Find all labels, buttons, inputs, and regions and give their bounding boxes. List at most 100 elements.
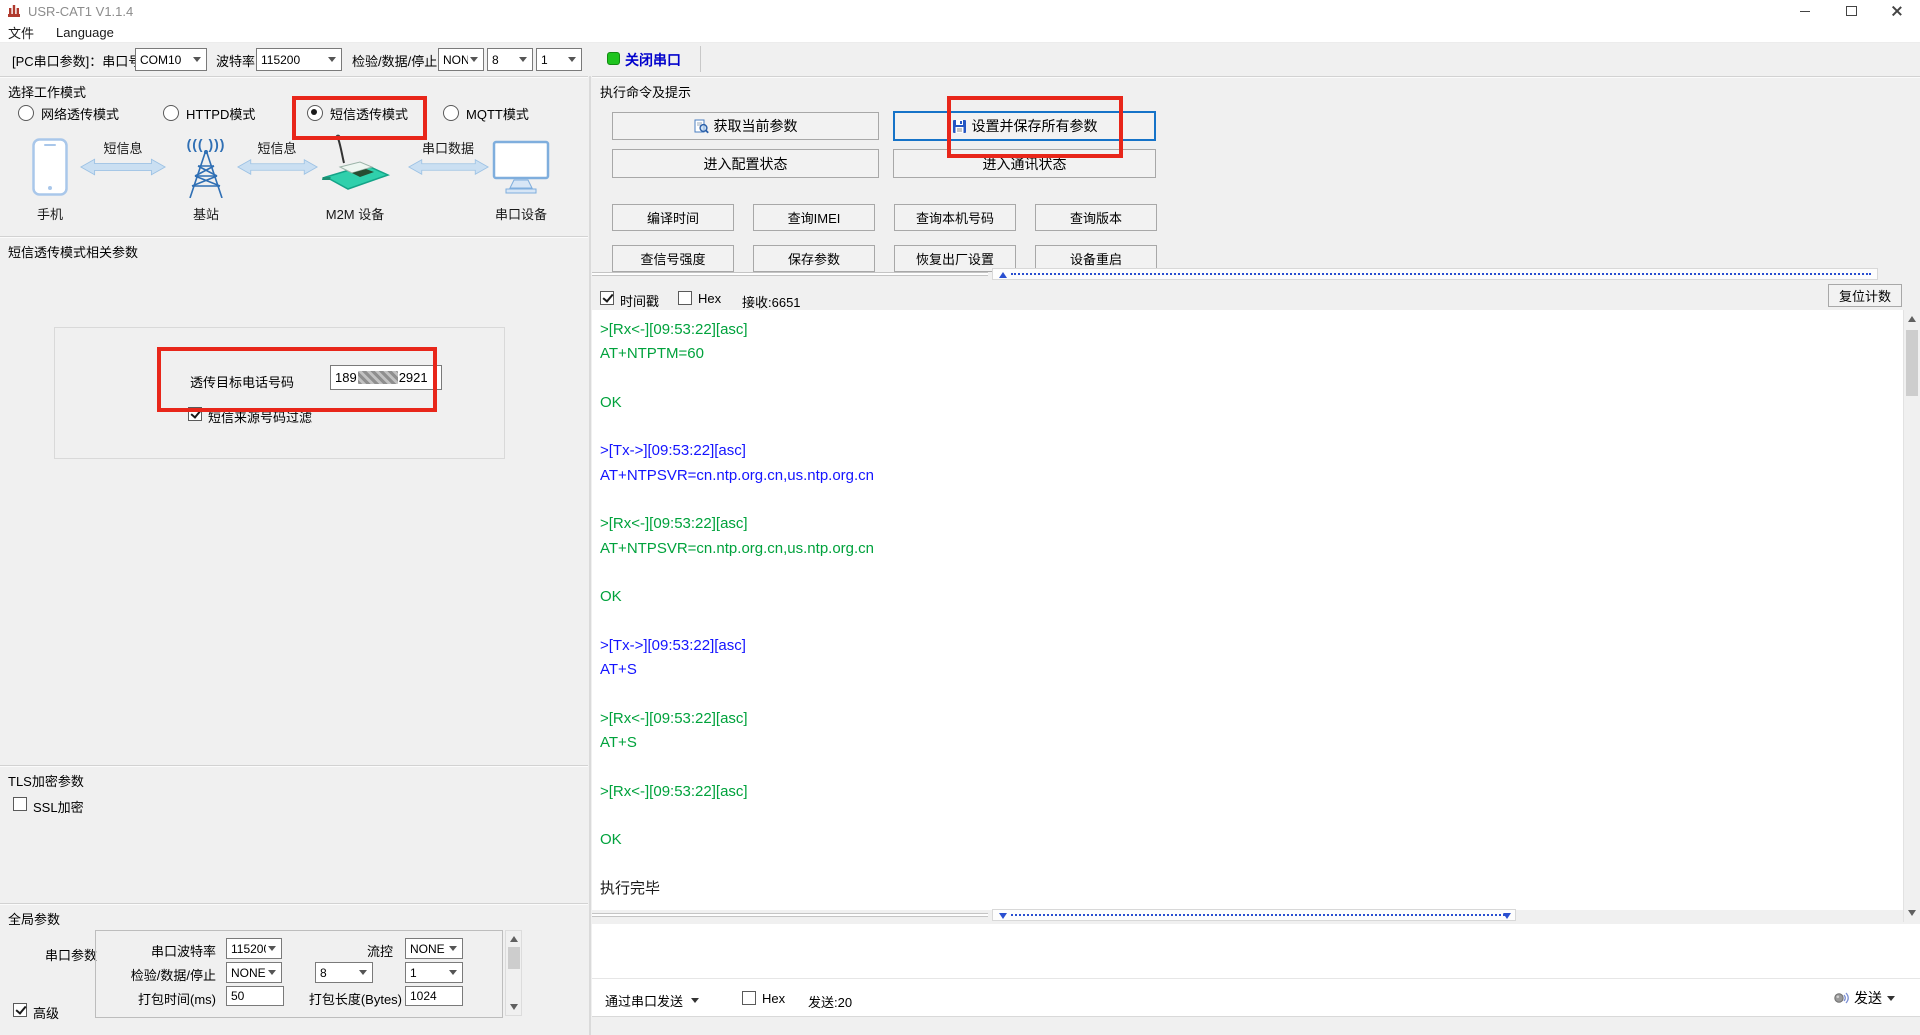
minimize-button[interactable]: [1782, 0, 1828, 22]
command-section-header: 执行命令及提示: [592, 76, 1920, 100]
panel-splitter[interactable]: [589, 76, 591, 1035]
radio-icon[interactable]: [18, 105, 34, 121]
radio-icon[interactable]: [163, 105, 179, 121]
g-baud-select[interactable]: 115200: [226, 938, 282, 959]
menu-file[interactable]: 文件: [8, 23, 34, 42]
menu-language[interactable]: Language: [56, 25, 114, 40]
send-via-dropdown[interactable]: 通过串口发送: [605, 991, 699, 1010]
global-params-scrollbar[interactable]: [505, 930, 522, 1016]
phone-icon: [32, 138, 68, 196]
m2m-device-icon: [318, 133, 392, 197]
command-button-label: 查询本机号码: [916, 208, 994, 227]
close-icon: [1891, 5, 1903, 17]
set-save-all-params-button[interactable]: 设置并保存所有参数: [893, 111, 1156, 141]
ssl-encrypt-label: SSL加密: [33, 797, 84, 816]
send-button[interactable]: 发送: [1833, 988, 1895, 1008]
mode-radio-3[interactable]: MQTT模式: [443, 105, 529, 121]
radio-icon[interactable]: [307, 105, 323, 121]
baud-label: 波特率: [216, 51, 255, 70]
get-current-params-button[interactable]: 获取当前参数: [612, 112, 879, 140]
command-button-5[interactable]: 保存参数: [753, 245, 875, 272]
send-separator: [592, 978, 1920, 979]
databits-select[interactable]: 8: [487, 48, 533, 71]
mode-radio-2[interactable]: 短信透传模式: [307, 105, 408, 121]
g-flow-label: 流控: [345, 941, 393, 960]
log-h-scrollbar-bottom[interactable]: [992, 909, 1516, 921]
timestamp-label: 时间戳: [620, 291, 659, 310]
baud-select[interactable]: 115200: [256, 48, 342, 71]
scroll-up-icon[interactable]: [510, 936, 518, 942]
mode-radio-label: HTTPD模式: [186, 104, 255, 123]
toolbar-separator: [700, 46, 701, 72]
enter-comm-state-button[interactable]: 进入通讯状态: [893, 149, 1156, 178]
app-icon: [6, 3, 22, 19]
command-button-1[interactable]: 查询IMEI: [753, 204, 875, 231]
log-line: AT+S: [600, 658, 1903, 682]
scroll-down-icon[interactable]: [510, 1004, 518, 1010]
scroll-up-icon[interactable]: [1908, 316, 1916, 322]
log-line: >[Rx<-][09:53:22][asc]: [600, 707, 1903, 731]
command-button-3[interactable]: 查询版本: [1035, 204, 1157, 231]
global-params-section-header: 全局参数: [0, 903, 588, 927]
radio-icon[interactable]: [443, 105, 459, 121]
scrollbar-thumb[interactable]: [1906, 330, 1918, 396]
maximize-icon: [1846, 6, 1857, 16]
enter-config-state-button[interactable]: 进入配置状态: [612, 149, 879, 178]
sms-source-filter-checkbox[interactable]: [188, 407, 202, 421]
log-line: OK: [600, 828, 1903, 852]
pack-time-input[interactable]: 50: [226, 986, 284, 1006]
log-line: AT+S: [600, 731, 1903, 755]
chevron-down-icon: [470, 57, 478, 62]
log-line: >[Tx->][09:53:22][asc]: [600, 439, 1903, 463]
close-port-button[interactable]: 关闭串口: [625, 50, 681, 70]
send-input-area[interactable]: [592, 924, 1920, 1016]
recv-hex-label: Hex: [698, 291, 721, 306]
title-bar: USR-CAT1 V1.1.4: [0, 0, 1920, 22]
chevron-down-icon: [193, 57, 201, 62]
app-window: USR-CAT1 V1.1.4 文件 Language [PC串口参数]：串口号…: [0, 0, 1920, 1035]
pack-len-input[interactable]: 1024: [405, 986, 463, 1006]
node-label-m2m: M2M 设备: [326, 204, 385, 223]
phone-suffix: 2921: [399, 370, 428, 385]
recv-hex-checkbox[interactable]: [678, 291, 692, 305]
log-v-scrollbar[interactable]: [1903, 310, 1920, 922]
log-line: [600, 488, 1903, 512]
link-label-sms1: 短信息: [103, 138, 142, 157]
stopbits-select[interactable]: 1: [536, 48, 582, 71]
log-line: OK: [600, 585, 1903, 609]
command-button-2[interactable]: 查询本机号码: [894, 204, 1016, 231]
g-parity-select[interactable]: NONE: [226, 962, 282, 983]
g-flow-select[interactable]: NONE: [405, 938, 463, 959]
scrollbar-thumb[interactable]: [508, 947, 520, 969]
reset-count-button[interactable]: 复位计数: [1828, 284, 1902, 307]
pack-time-label: 打包时间(ms): [116, 989, 216, 1008]
reset-count-label: 复位计数: [1839, 286, 1891, 305]
enter-config-state-label: 进入配置状态: [704, 154, 788, 174]
command-button-4[interactable]: 查信号强度: [612, 245, 734, 272]
com-port-select[interactable]: COM10: [135, 48, 207, 71]
maximize-button[interactable]: [1828, 0, 1874, 22]
mode-radio-0[interactable]: 网络透传模式: [18, 105, 119, 121]
timestamp-checkbox[interactable]: [600, 291, 614, 305]
scroll-down-icon[interactable]: [1908, 910, 1916, 916]
window-title: USR-CAT1 V1.1.4: [28, 4, 133, 19]
close-button[interactable]: [1874, 0, 1920, 22]
mode-radio-1[interactable]: HTTPD模式: [163, 105, 255, 121]
chevron-down-icon: [268, 946, 276, 951]
double-arrow-icon: [237, 156, 318, 178]
search-params-icon: [694, 119, 709, 134]
send-hex-label: Hex: [762, 991, 785, 1006]
ssl-encrypt-checkbox[interactable]: [13, 797, 27, 811]
log-h-scrollbar-top[interactable]: [992, 268, 1878, 280]
g-databits-select[interactable]: 8: [315, 962, 373, 983]
phone-number-input[interactable]: 1892921: [330, 365, 442, 390]
send-hex-checkbox[interactable]: [742, 991, 756, 1005]
command-button-0[interactable]: 编译时间: [612, 204, 734, 231]
send-bottom-strip: [592, 1016, 1920, 1035]
sms-params-title: 短信透传模式相关参数: [8, 245, 138, 260]
command-button-label: 编译时间: [647, 208, 699, 227]
advanced-checkbox[interactable]: [13, 1003, 27, 1017]
g-stopbits-select[interactable]: 1: [405, 962, 463, 983]
parity-select[interactable]: NONE: [438, 48, 484, 71]
log-output-area[interactable]: >[Rx<-][09:53:22][asc]AT+NTPTM=60 OK >[T…: [592, 310, 1903, 910]
